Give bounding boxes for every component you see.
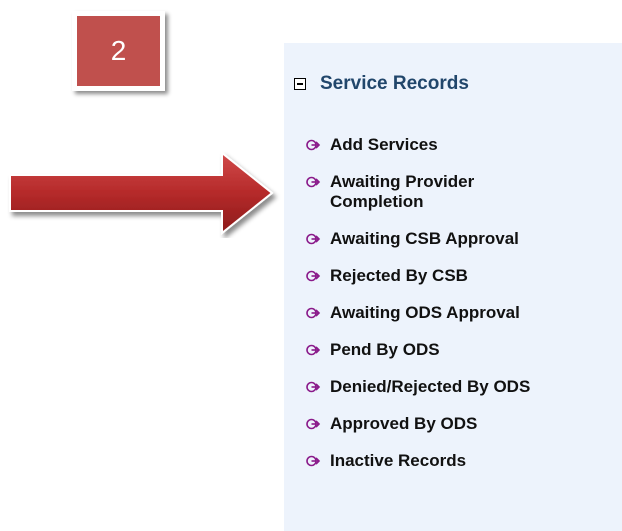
menu-item-add-services[interactable]: Add Services [305,135,615,155]
service-records-menu: Add Services Awaiting Provider Completio… [305,135,615,488]
step-badge-frame: 2 [72,11,165,91]
arrow-circle-icon [306,270,321,282]
menu-item-awaiting-provider-completion[interactable]: Awaiting Provider Completion [305,172,615,212]
menu-item-rejected-by-csb[interactable]: Rejected By CSB [305,266,615,286]
arrow-circle-icon [306,233,321,245]
menu-item-label[interactable]: Rejected By CSB [330,266,468,286]
arrow-circle-icon [306,418,321,430]
menu-item-inactive-records[interactable]: Inactive Records [305,451,615,471]
menu-item-pend-by-ods[interactable]: Pend By ODS [305,340,615,360]
section-title: Service Records [320,73,469,94]
arrow-right-icon [9,150,274,236]
service-records-panel: Service Records Add Services Awaiting Pr… [284,43,622,531]
section-header-service-records[interactable]: Service Records [294,73,469,95]
menu-item-label[interactable]: Denied/Rejected By ODS [330,377,530,397]
arrow-circle-icon [306,139,321,151]
step-number-badge: 2 [77,16,160,86]
menu-item-label[interactable]: Add Services [330,135,438,155]
arrow-circle-icon [306,307,321,319]
menu-item-label[interactable]: Pend By ODS [330,340,440,360]
collapse-minus-icon[interactable] [294,78,306,90]
menu-item-awaiting-ods-approval[interactable]: Awaiting ODS Approval [305,303,615,323]
menu-item-label[interactable]: Awaiting ODS Approval [330,303,520,323]
arrow-circle-icon [306,381,321,393]
arrow-circle-icon [306,176,321,188]
menu-item-approved-by-ods[interactable]: Approved By ODS [305,414,615,434]
menu-item-label[interactable]: Approved By ODS [330,414,477,434]
menu-item-awaiting-csb-approval[interactable]: Awaiting CSB Approval [305,229,615,249]
menu-item-label[interactable]: Awaiting CSB Approval [330,229,519,249]
arrow-circle-icon [306,344,321,356]
menu-item-denied-rejected-by-ods[interactable]: Denied/Rejected By ODS [305,377,615,397]
arrow-circle-icon [306,455,321,467]
menu-item-label[interactable]: Awaiting Provider Completion [330,172,474,212]
menu-item-label[interactable]: Inactive Records [330,451,466,471]
